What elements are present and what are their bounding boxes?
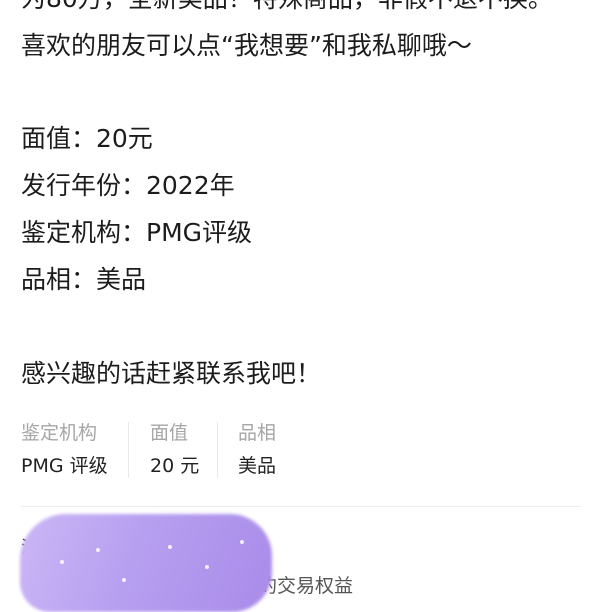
spec-value: PMG 评级 [21,455,108,477]
spec-label: 品相 [238,422,277,444]
spec-value: 美品 [238,455,277,477]
item-specs: 鉴定机构 PMG 评级 面值 20 元 品相 美品 [0,420,600,480]
sparkle-decoration [96,548,100,552]
sparkle-decoration [60,560,64,564]
description-line: 发行年份：2022年 [21,171,235,200]
sparkle-decoration [240,540,244,544]
description-line: 喜欢的朋友可以点“我想要”和我私聊哦～ [21,31,472,60]
spec-condition: 品相 美品 [238,420,276,479]
spec-divider [128,422,129,478]
description-line: 为80万，全新美品！特殊商品，非假不退不换。 [21,0,553,15]
spec-face-value: 面值 20 元 [150,420,199,479]
rules-notice-text: 的交易权益 [258,575,354,597]
spec-divider [217,422,218,478]
sparkle-decoration [168,545,172,549]
blur-overlay [20,514,272,612]
description-line: 面值：20元 [21,124,153,153]
spec-label: 面值 [150,422,189,444]
spec-authentication: 鉴定机构 PMG 评级 [21,420,108,479]
spec-value: 20 元 [150,455,200,477]
sparkle-decoration [122,578,126,582]
description-line: 品相：美品 [21,265,147,294]
description-line: 鉴定机构：PMG评级 [21,218,253,247]
sparkle-decoration [205,565,209,569]
spec-label: 鉴定机构 [21,422,98,444]
description-line: 感兴趣的话赶紧联系我吧！ [21,359,322,388]
